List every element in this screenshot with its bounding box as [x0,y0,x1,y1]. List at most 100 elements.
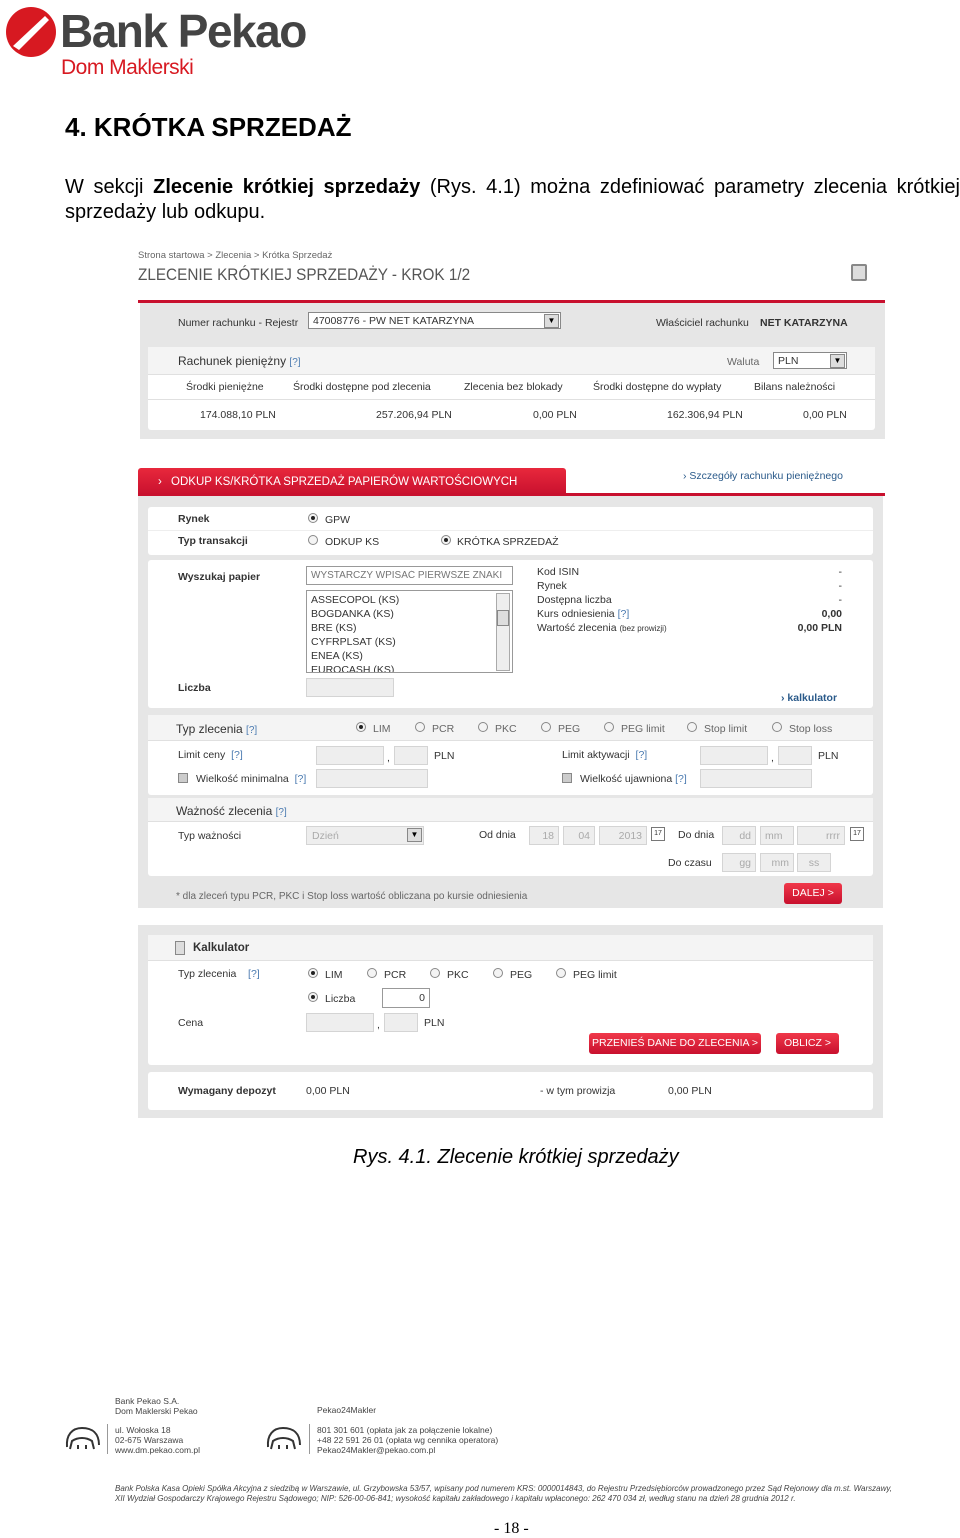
calc-price-int-input[interactable] [306,1013,374,1032]
radio-peg-limit[interactable] [604,722,614,732]
limit-unit: PLN [434,750,455,762]
search-input[interactable] [306,566,513,585]
help-link[interactable]: [?] [675,773,687,785]
quantity-input[interactable] [306,678,394,697]
radio-pkc[interactable] [478,722,488,732]
info-isin-value: - [838,566,843,578]
radio-gpw[interactable] [308,513,318,523]
calc-radio-pcr[interactable] [367,968,377,978]
help-link[interactable]: [?] [246,725,257,736]
radio-pcr[interactable] [415,722,425,732]
radio-odkup[interactable] [308,535,318,545]
radio-peg-limit-label: PEG limit [621,723,665,735]
help-link[interactable]: [?] [618,608,630,620]
calculator-title: Kalkulator [193,942,250,954]
from-day-input[interactable]: 18 [529,826,559,845]
cash-title-text: Rachunek pieniężny [178,354,287,368]
calc-price-unit: PLN [424,1017,445,1029]
account-select[interactable]: 47008776 - PW NET KATARZYNA [308,312,561,329]
shown-size-checkbox[interactable] [562,773,572,783]
section-tab[interactable]: › ODKUP KS/KRÓTKA SPRZEDAŻ PAPIERÓW WART… [138,468,566,495]
transfer-button[interactable]: PRZENIEŚ DANE DO ZLECENIA > [589,1033,761,1054]
fee-label: - w tym prowizja [540,1085,616,1097]
radio-peg[interactable] [541,722,551,732]
minute-input[interactable]: mm [760,853,794,872]
list-item[interactable]: BOGDANKA (KS) [311,607,399,621]
currency-value: PLN [778,355,799,367]
info-ref-label: Kurs odniesienia [537,608,615,620]
intro-text: W sekcji [65,176,154,198]
calc-quantity-input[interactable]: 0 [382,988,430,1008]
to-day-input[interactable]: dd [722,826,756,845]
info-ref-value: 0,00 [821,608,842,620]
limit-dec-input[interactable] [394,746,428,765]
intro-bold: Zlecenie krótkiej sprzedaży [153,176,421,198]
printer-icon[interactable] [851,264,867,281]
help-link[interactable]: [?] [289,357,300,368]
calculate-button[interactable]: OBLICZ > [776,1033,839,1054]
calc-radio-quantity[interactable] [308,992,318,1002]
cash-col-2: Zlecenia bez blokady [464,381,563,393]
calc-type-label-text: Typ zlecenia [178,968,237,980]
to-year-input[interactable]: rrrr [797,826,845,845]
bison-icon [65,1426,100,1450]
footer-link[interactable]: Pekao24Makler@pekao.com.pl [317,1445,498,1455]
list-scrollbar[interactable] [496,593,510,671]
second-input[interactable]: ss [797,853,831,872]
next-button[interactable]: DALEJ > [784,883,842,904]
security-list[interactable]: ASSECOPOL (KS) BOGDANKA (KS) BRE (KS) CY… [306,590,513,673]
validity-type-select[interactable]: Dzień [306,826,424,845]
calc-radio-pkc[interactable] [430,968,440,978]
calendar-icon[interactable]: 17 [850,827,864,841]
calc-radio-peg-limit-label: PEG limit [573,969,617,981]
scroll-thumb[interactable] [497,610,509,626]
hour-input[interactable]: gg [722,853,756,872]
radio-short-sale[interactable] [441,535,451,545]
breadcrumb[interactable]: Strona startowa > Zlecenia > Krótka Sprz… [138,250,332,261]
footer-col2-head: Pekao24Makler [317,1405,377,1415]
radio-lim[interactable] [356,722,366,732]
list-item[interactable]: ASSECOPOL (KS) [311,593,399,607]
calc-radio-pkc-label: PKC [447,969,469,981]
from-year-input[interactable]: 2013 [599,826,647,845]
help-link[interactable]: [?] [276,807,287,818]
logo-sub: Dom Maklerski [61,56,194,79]
list-item[interactable]: BRE (KS) [311,621,399,635]
cash-val-0: 174.088,10 PLN [200,409,276,421]
details-link[interactable]: › Szczegóły rachunku pieniężnego [683,470,843,482]
radio-stop-limit[interactable] [687,722,697,732]
security-list-items: ASSECOPOL (KS) BOGDANKA (KS) BRE (KS) CY… [311,593,399,672]
list-item[interactable]: EUROCASH (KS) [311,663,399,672]
limit-int-input[interactable] [316,746,384,765]
calc-radio-lim[interactable] [308,968,318,978]
calc-price-dec-input[interactable] [384,1013,418,1032]
calendar-icon[interactable]: 17 [651,827,665,841]
figure-caption: Rys. 4.1. Zlecenie krótkiej sprzedaży [353,1146,679,1168]
list-item[interactable]: ENEA (KS) [311,649,399,663]
calculator-link[interactable]: › kalkulator [781,692,837,704]
help-link[interactable]: [?] [295,773,307,785]
footer-link[interactable]: www.dm.pekao.com.pl [115,1445,200,1455]
help-link[interactable]: [?] [231,749,243,761]
footer-text: 801 301 601 (opłata jak za połączenie lo… [317,1425,493,1435]
help-link[interactable]: [?] [636,749,648,761]
order-type-label: Typ zlecenia [?] [176,722,257,736]
shown-size-input[interactable] [700,769,812,788]
from-month-input[interactable]: 04 [563,826,595,845]
footer-text: ul. Wołoska 18 [115,1425,171,1435]
footer-legal-line: Bank Polska Kasa Opieki Spółka Akcyjna z… [115,1484,892,1493]
info-value: Wartość zlecenia (bez prowizji) [537,622,667,634]
radio-short-sale-label: KRÓTKA SPRZEDAŻ [457,536,559,548]
min-size-input[interactable] [316,769,428,788]
min-size-checkbox[interactable] [178,773,188,783]
calc-radio-peg-limit[interactable] [556,968,566,978]
help-link[interactable]: [?] [248,968,260,980]
radio-stop-loss[interactable] [772,722,782,732]
list-item[interactable]: CYFRPLSAT (KS) [311,635,399,649]
to-month-input[interactable]: mm [760,826,794,845]
activation-dec-input[interactable] [778,746,812,765]
activation-int-input[interactable] [700,746,768,765]
fee-value: 0,00 PLN [668,1085,712,1097]
currency-select[interactable]: PLN [773,352,847,369]
calc-radio-peg[interactable] [493,968,503,978]
